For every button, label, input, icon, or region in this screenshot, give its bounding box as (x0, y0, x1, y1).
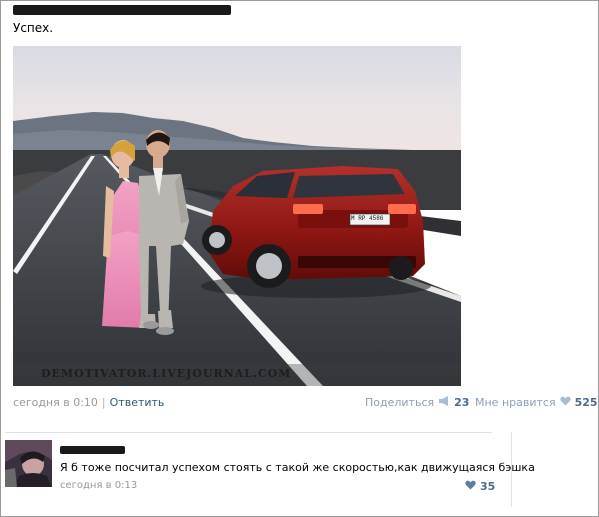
share-count: 23 (454, 396, 470, 409)
heart-icon (465, 480, 476, 493)
meta-separator: | (101, 396, 106, 409)
avatar-image (5, 440, 52, 487)
like-label: Мне нравится (475, 396, 556, 409)
photo-illustration (13, 46, 461, 386)
photo-watermark: DEMOTIVATOR.LIVEJOURNAL.COM (41, 367, 292, 380)
post-time[interactable]: сегодня в 0:10 (13, 396, 98, 409)
post-text: Успех. (13, 21, 54, 35)
post-meta: сегодня в 0:10 | Ответить (13, 396, 164, 409)
share-button[interactable]: Поделиться 23 (365, 396, 469, 409)
comment-text: Я б тоже посчитал успехом стоять с такой… (60, 461, 535, 474)
comment-time[interactable]: сегодня в 0:13 (60, 480, 137, 491)
comment-like-count: 35 (480, 480, 496, 493)
heart-icon (559, 396, 571, 409)
comment-like-button[interactable]: 35 (465, 480, 495, 493)
license-plate: M RP 4586 (351, 215, 384, 222)
like-count: 525 (574, 396, 598, 409)
avatar[interactable] (5, 440, 52, 487)
comment-author-redacted (60, 446, 125, 454)
like-button[interactable]: Мне нравится 525 (475, 396, 598, 409)
share-label: Поделиться (365, 396, 435, 409)
author-name-redacted (13, 5, 231, 15)
reply-button[interactable]: Ответить (110, 396, 165, 409)
post-photo[interactable]: M RP 4586 DEMOTIVATOR.LIVEJOURNAL.COM (13, 46, 461, 386)
megaphone-icon (438, 396, 450, 409)
comments-divider (5, 432, 492, 433)
